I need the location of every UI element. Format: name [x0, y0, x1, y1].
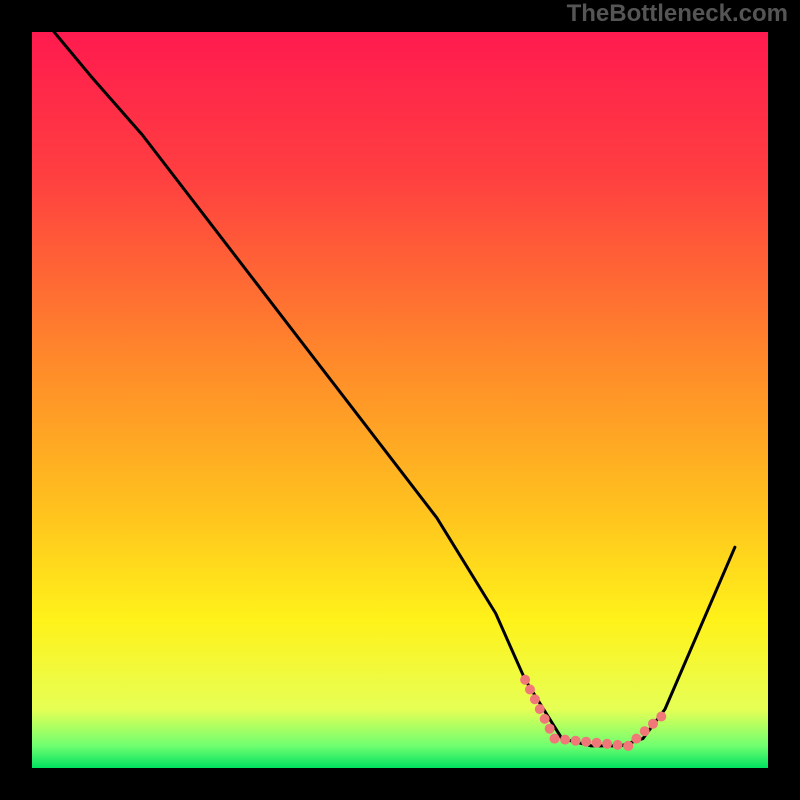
dot-dotted-bottom: [613, 740, 623, 750]
dot-dotted-right: [648, 719, 658, 729]
dot-dotted-left: [525, 685, 535, 695]
dot-dotted-bottom: [592, 738, 602, 748]
plot-background: [32, 32, 768, 768]
dot-dotted-right: [631, 734, 641, 744]
dot-dotted-right: [640, 726, 650, 736]
bottleneck-chart: [0, 0, 800, 800]
dot-dotted-left: [535, 704, 545, 714]
dot-dotted-left: [540, 714, 550, 724]
dot-dotted-left: [520, 675, 530, 685]
dot-dotted-left: [545, 724, 555, 734]
dot-dotted-bottom: [581, 737, 591, 747]
dot-dotted-bottom: [560, 735, 570, 745]
chart-container: TheBottleneck.com: [0, 0, 800, 800]
dot-dotted-left: [530, 694, 540, 704]
dot-dotted-right: [623, 741, 633, 751]
watermark-text: TheBottleneck.com: [567, 0, 788, 28]
dot-dotted-bottom: [571, 736, 581, 746]
dot-dotted-bottom: [550, 734, 560, 744]
dot-dotted-bottom: [602, 739, 612, 749]
dot-dotted-right: [656, 712, 666, 722]
